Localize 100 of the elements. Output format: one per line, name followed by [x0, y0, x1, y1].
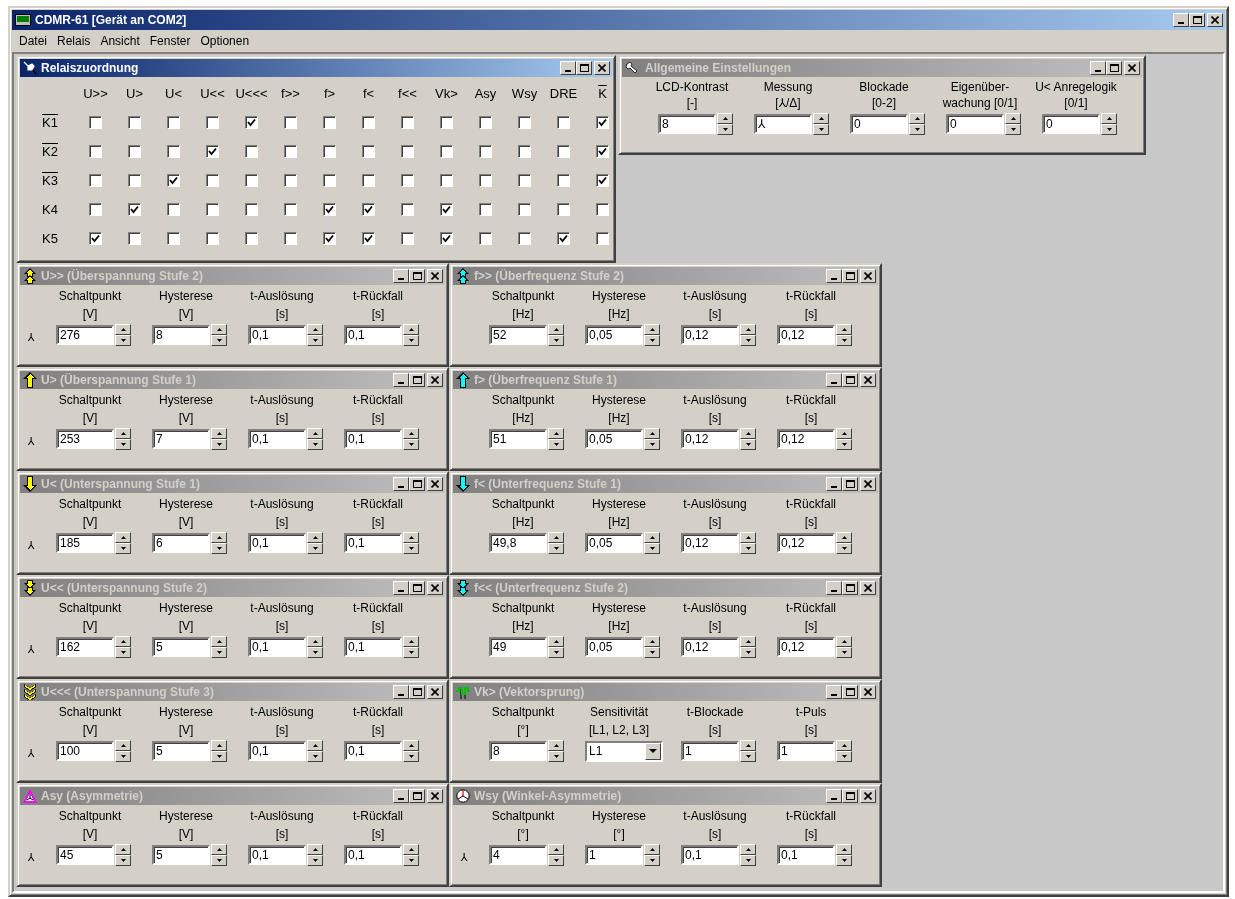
- checkbox[interactable]: [167, 232, 180, 245]
- checkbox[interactable]: [557, 145, 570, 158]
- checkbox[interactable]: [596, 174, 609, 187]
- spin-down-button[interactable]: [307, 439, 323, 450]
- checkbox[interactable]: [89, 116, 102, 129]
- number-field[interactable]: 4: [489, 845, 547, 865]
- checkbox[interactable]: [440, 174, 453, 187]
- spin-up-button[interactable]: [115, 532, 131, 543]
- number-field[interactable]: 0,12: [681, 429, 739, 449]
- checkbox[interactable]: [440, 116, 453, 129]
- dropdown-button[interactable]: [645, 742, 661, 760]
- spin-down-button[interactable]: [644, 647, 660, 658]
- close-button[interactable]: [427, 477, 443, 491]
- spin-down-button[interactable]: [211, 751, 227, 762]
- number-field[interactable]: 0,05: [585, 325, 643, 345]
- close-button[interactable]: [860, 685, 876, 699]
- close-button[interactable]: [860, 581, 876, 595]
- checkbox[interactable]: [479, 203, 492, 216]
- number-field[interactable]: 0,1: [344, 637, 402, 657]
- number-field[interactable]: 185: [56, 533, 114, 553]
- close-button[interactable]: [1207, 13, 1223, 27]
- minimize-button[interactable]: [826, 789, 842, 803]
- spin-down-button[interactable]: [211, 439, 227, 450]
- number-field[interactable]: 5: [152, 845, 210, 865]
- spin-down-button[interactable]: [548, 543, 564, 554]
- spin-down-button[interactable]: [403, 335, 419, 346]
- spin-up-button[interactable]: [548, 844, 564, 855]
- menu-item[interactable]: Fenster: [144, 33, 196, 49]
- checkbox[interactable]: [479, 145, 492, 158]
- checkbox[interactable]: [128, 174, 141, 187]
- checkbox[interactable]: [596, 232, 609, 245]
- number-field[interactable]: 49: [489, 637, 547, 657]
- spin-down-button[interactable]: [836, 335, 852, 346]
- number-field[interactable]: 276: [56, 325, 114, 345]
- spin-up-button[interactable]: [211, 428, 227, 439]
- number-field[interactable]: 0,12: [681, 637, 739, 657]
- close-button[interactable]: [427, 581, 443, 595]
- close-button[interactable]: [860, 789, 876, 803]
- checkbox[interactable]: [323, 174, 336, 187]
- number-field[interactable]: 8: [152, 325, 210, 345]
- checkbox[interactable]: [284, 232, 297, 245]
- number-field[interactable]: 0,1: [344, 533, 402, 553]
- checkbox[interactable]: [245, 232, 258, 245]
- number-field[interactable]: 253: [56, 429, 114, 449]
- checkbox[interactable]: [596, 145, 609, 158]
- spin-up-button[interactable]: [836, 428, 852, 439]
- checkbox[interactable]: [401, 145, 414, 158]
- checkbox[interactable]: [401, 203, 414, 216]
- number-field[interactable]: 1: [681, 741, 739, 761]
- checkbox[interactable]: [245, 203, 258, 216]
- checkbox[interactable]: [557, 203, 570, 216]
- spin-down-button[interactable]: [644, 855, 660, 866]
- checkbox[interactable]: [518, 232, 531, 245]
- spin-down-button[interactable]: [403, 543, 419, 554]
- spin-up-button[interactable]: [813, 113, 829, 124]
- minimize-button[interactable]: [393, 373, 409, 387]
- number-field[interactable]: 162: [56, 637, 114, 657]
- checkbox[interactable]: [128, 203, 141, 216]
- spin-down-button[interactable]: [644, 543, 660, 554]
- checkbox[interactable]: [518, 116, 531, 129]
- close-button[interactable]: [427, 685, 443, 699]
- number-field[interactable]: 0,1: [344, 325, 402, 345]
- spin-up-button[interactable]: [644, 636, 660, 647]
- spin-up-button[interactable]: [211, 636, 227, 647]
- maximize-button[interactable]: [409, 685, 425, 699]
- checkbox[interactable]: [323, 203, 336, 216]
- menu-item[interactable]: Relais: [52, 33, 96, 49]
- spin-up-button[interactable]: [644, 324, 660, 335]
- spin-down-button[interactable]: [1005, 124, 1021, 135]
- spin-down-button[interactable]: [115, 751, 131, 762]
- spin-up-button[interactable]: [740, 324, 756, 335]
- spin-up-button[interactable]: [1101, 113, 1117, 124]
- number-field[interactable]: 0,12: [681, 325, 739, 345]
- number-field[interactable]: 0,1: [248, 429, 306, 449]
- minimize-button[interactable]: [826, 373, 842, 387]
- checkbox[interactable]: [518, 203, 531, 216]
- checkbox[interactable]: [89, 145, 102, 158]
- spin-down-button[interactable]: [717, 124, 733, 135]
- spin-down-button[interactable]: [307, 543, 323, 554]
- checkbox[interactable]: [323, 232, 336, 245]
- checkbox[interactable]: [596, 116, 609, 129]
- number-field[interactable]: 0,1: [681, 845, 739, 865]
- checkbox[interactable]: [362, 145, 375, 158]
- maximize-button[interactable]: [842, 685, 858, 699]
- spin-up-button[interactable]: [644, 844, 660, 855]
- spin-down-button[interactable]: [548, 855, 564, 866]
- minimize-button[interactable]: [393, 685, 409, 699]
- spin-down-button[interactable]: [740, 335, 756, 346]
- spin-up-button[interactable]: [211, 844, 227, 855]
- spin-up-button[interactable]: [548, 636, 564, 647]
- spin-down-button[interactable]: [740, 647, 756, 658]
- spin-up-button[interactable]: [740, 844, 756, 855]
- checkbox[interactable]: [206, 232, 219, 245]
- spin-down-button[interactable]: [909, 124, 925, 135]
- spin-down-button[interactable]: [115, 543, 131, 554]
- spin-down-button[interactable]: [836, 439, 852, 450]
- checkbox[interactable]: [557, 116, 570, 129]
- number-field[interactable]: 0,1: [344, 429, 402, 449]
- checkbox[interactable]: [401, 116, 414, 129]
- checkbox[interactable]: [440, 145, 453, 158]
